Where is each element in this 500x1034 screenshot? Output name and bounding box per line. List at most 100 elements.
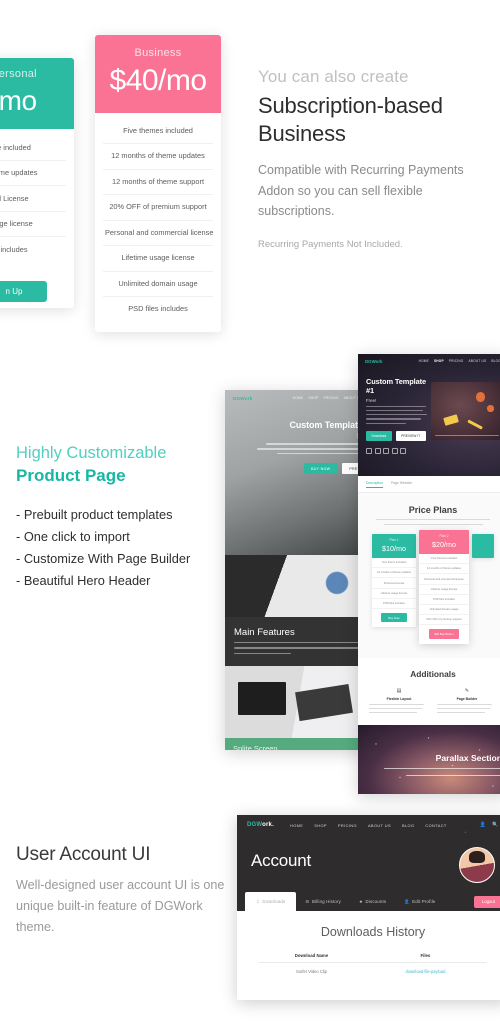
nav-item[interactable]: BLOG [491,359,500,363]
section-body: Compatible with Recurring Payments Addon… [258,163,464,218]
search-icon[interactable]: 🔍 [492,822,499,828]
facebook-icon[interactable] [366,448,372,455]
tab-downloads[interactable]: ⇩ Downloads [245,892,297,911]
plan-feature: PSD files includes [128,304,188,314]
plan-feature-list: e included heme updates l License age li… [0,129,74,272]
avatar[interactable] [459,847,495,883]
hero-video-player[interactable] [431,382,500,440]
tab-billing-history[interactable]: ☰ Billing History [296,899,350,905]
plan-feature-list: Five themes included 12 months of theme … [95,113,221,332]
plan-feature: Personal and commercial license [419,574,469,585]
tab-edit-profile[interactable]: 👤 Edit Profile [395,899,444,905]
nav-item[interactable]: HOME [419,359,429,363]
pricing-card-business[interactable]: Business $40/mo Five themes included 12 … [95,35,221,332]
plan-feature: Personal License [372,578,416,589]
text-placeholder-line [369,707,422,709]
feature-bullet: - Beautiful Hero Header [16,572,151,588]
video-progress-bar[interactable] [435,434,499,436]
user-icon: 👤 [404,898,410,904]
plan-feature: age license [0,212,66,238]
section-eyebrow: Highly Customizable [16,444,167,462]
plan-feature: 12 months of theme updates [372,568,416,579]
section-body: Well-designed user account UI is one uni… [16,878,225,935]
buy-now-button[interactable]: Buy Now [381,613,407,623]
google-icon[interactable] [383,448,390,455]
nav-item-about-us[interactable]: ABOUT US [368,823,391,828]
plan-name: Personal [0,68,37,80]
user-icon[interactable]: 👤 [480,822,487,828]
feature-bullet: - Customize With Page Builder [16,550,191,566]
plan-feature: Unlimited domain usage [419,605,469,616]
nav-item-contact[interactable]: CONTACT [425,823,446,828]
mockup-product-template-one[interactable]: DGWork HOME SHOP PRICING ABOUT US BLOG C… [358,354,500,794]
shape-block [475,392,485,402]
plan-feature: Five themes included [419,554,469,565]
buy-now-button[interactable]: $20 Buy Button [429,629,459,639]
additionals-title: Additionals [410,668,456,679]
preview-button[interactable]: PREVIEW IT [395,431,426,442]
pricing-card-personal[interactable]: Personal /mo e included heme updates l L… [0,58,74,308]
price-plan-card-one[interactable]: Plan 1 $10/mo One theme included 12 mont… [372,534,416,628]
shape-block [467,419,483,430]
nav-item[interactable]: PRICING [323,396,338,400]
section-title: User Account UI [16,844,151,865]
mockup-account-page[interactable]: DGWork. HOME SHOP PRICING ABOUT US BLOG … [237,815,500,1000]
hero-price: $12.00 [235,434,375,440]
nav-item-shop[interactable]: SHOP [314,823,327,828]
nav-item-pricing[interactable]: PRICING [338,823,357,828]
downloads-table: Download Name Files Surfer Video Clip do… [259,953,487,974]
plan-feature: 20% OFF of premium support [419,615,469,626]
nav-menu: HOME SHOP PRICING ABOUT US BLOG CONTACT … [290,822,499,828]
download-icon: ⇩ [256,899,260,904]
sign-up-button[interactable]: n Up [0,280,47,302]
price-plan-card-three[interactable] [472,534,494,559]
receipt-icon: ☰ [305,898,310,904]
linkedin-icon[interactable] [400,448,407,455]
product-tabs: Description Page Website [358,476,500,493]
pricing-card-header: Personal /mo [0,58,74,130]
plan-feature: PSD files includes [419,595,469,606]
nav-item-active[interactable]: SHOP [434,359,444,363]
twitter-icon[interactable] [374,448,381,455]
additional-item: ▤ Flexible Layout [369,688,429,713]
shape-block [487,405,494,412]
buy-now-button[interactable]: BUY NOW [304,463,338,475]
plan-name: Plan 1 [389,538,399,543]
account-header: DGWork. HOME SHOP PRICING ABOUT US BLOG … [237,815,500,911]
section-eyebrow: You can also create [258,67,409,86]
hero-buttons: BUY NOW PREVIEW [235,463,375,475]
text-placeholder-line [383,523,483,526]
body-bottom-edge [237,990,500,1000]
tab-description[interactable]: Description [366,481,383,488]
logo-text: ork. [262,822,274,828]
pinterest-icon[interactable] [391,448,398,455]
feature-bullet: - Prebuilt product templates [16,506,173,522]
feature-bullet-list: - Prebuilt product templates - One click… [16,504,231,592]
text-placeholder-line [366,418,421,420]
plan-feature: Lifetime usage license [103,246,213,272]
page-root: Personal /mo e included heme updates l L… [0,0,500,1034]
account-navbar: DGWork. HOME SHOP PRICING ABOUT US BLOG … [237,815,500,835]
price-plan-card-two[interactable]: Plan 2 $20/mo Five themes included 12 mo… [419,530,469,644]
plan-header: Plan 1 $10/mo [372,534,416,559]
table-row: Surfer Video Clip download-file-payload [259,963,487,974]
page-title: Account [251,851,312,870]
tab-discounts[interactable]: ★ Discounts [350,899,395,905]
price-plans-section: Price Plans Plan 1 $10/mo One theme incl… [358,492,500,658]
nav-item-home[interactable]: HOME [290,823,303,828]
logo: DGWork. [247,822,274,828]
nav-item[interactable]: ABOUT US [468,359,486,363]
nav-item-blog[interactable]: BLOG [402,823,414,828]
account-copy-block: User Account UI Well-designed user accou… [16,844,232,938]
cell-download-link[interactable]: download-file-payload [364,969,487,974]
features-title: Main Features [234,627,295,638]
logout-button[interactable]: Logout [473,896,500,908]
nav-item[interactable]: HOME [293,396,304,400]
logo-mark: DGW [247,822,263,828]
nav-item[interactable]: SHOP [308,396,318,400]
download-button[interactable]: Download [366,431,392,442]
tab-page-website[interactable]: Page Website [391,481,412,488]
tab-label: Discounts [365,899,387,904]
nav-item[interactable]: PRICING [449,359,464,363]
plan-feature: Personal and commercial license [103,221,213,247]
